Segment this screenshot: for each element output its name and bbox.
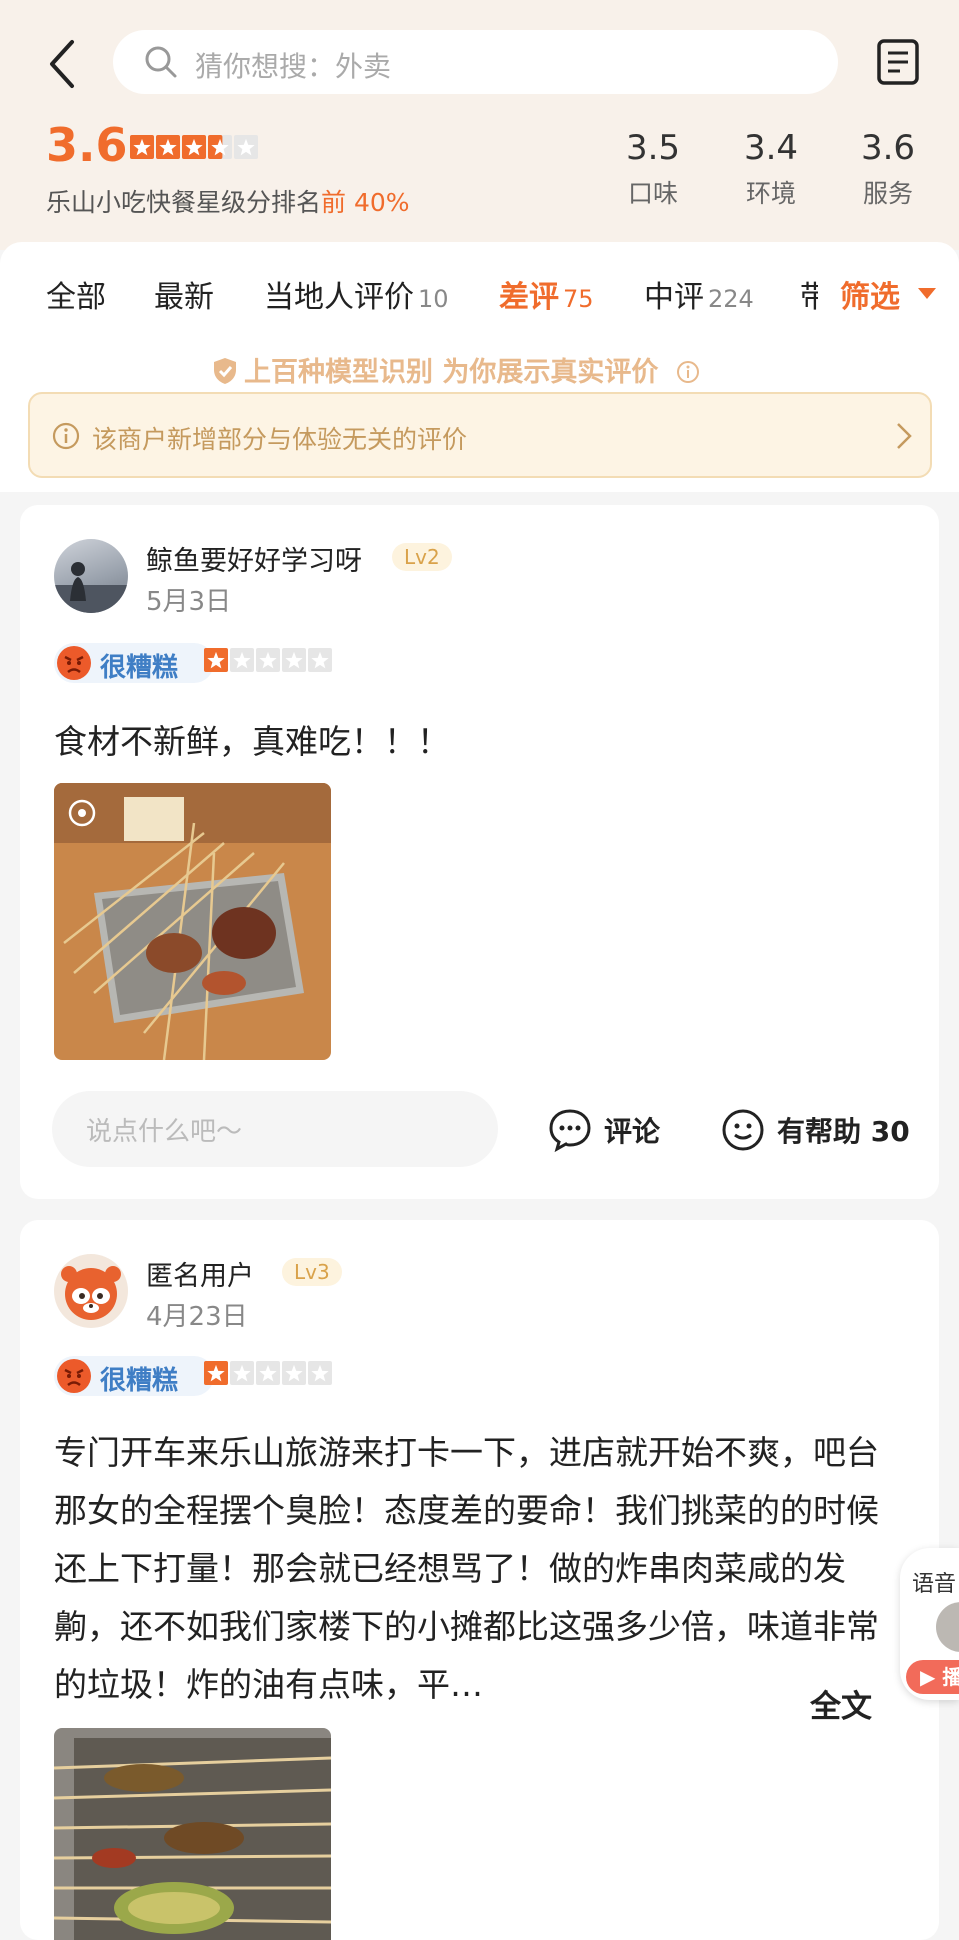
tab-partial[interactable]: 带: [800, 272, 818, 312]
helpful-label: 有帮助 30: [777, 1110, 910, 1150]
notice-banner[interactable]: 该商户新增部分与体验无关的评价: [28, 392, 932, 478]
play-button[interactable]: ▶ 播: [906, 1660, 959, 1694]
sub-score-service: 3.6 服务: [838, 128, 938, 210]
red-panda-avatar-icon: [61, 1266, 121, 1320]
rating-badge: 很糟糕: [54, 643, 214, 683]
tab-label: 全部: [46, 280, 106, 315]
review-card: 匿名用户 Lv3 4月23日 很糟糕 专门开车来乐山旅游来打卡一下，进店就开始不…: [20, 1220, 939, 1940]
tab-label: 差评: [499, 280, 559, 315]
review-text: 食材不新鲜，真难吃！！！: [54, 722, 450, 761]
tab-label: 中评: [644, 280, 704, 315]
tab-negative[interactable]: 差评 75: [499, 272, 594, 316]
sub-score-label: 环境: [745, 179, 796, 208]
sub-score-label: 口味: [627, 179, 678, 208]
sub-score-value: 3.5: [625, 128, 681, 168]
food-photo-image: [54, 1728, 331, 1940]
sub-score-environment: 3.4 环境: [721, 128, 821, 210]
avatar-person-icon: [54, 562, 128, 613]
full-text-label: 全文: [810, 1689, 872, 1725]
rating-label: 很糟糕: [100, 653, 179, 683]
category-rank: 乐山小吃快餐星级分排名前 40%: [46, 183, 410, 219]
search-bar[interactable]: 猜你想搜：外卖: [113, 30, 838, 94]
tab-label: 当地人评价: [264, 280, 414, 315]
avatar[interactable]: [54, 539, 128, 613]
sub-score-value: 3.4: [743, 128, 799, 168]
comment-label: 评论: [604, 1115, 661, 1148]
username[interactable]: 鲸鱼要好好学习呀: [146, 539, 362, 578]
full-text-link[interactable]: 全文: [810, 1681, 872, 1726]
search-placeholder: 猜你想搜：外卖: [195, 50, 392, 83]
sub-score-taste: 3.5 口味: [603, 128, 703, 210]
back-arrow-icon[interactable]: [44, 36, 80, 92]
tab-count: 75: [563, 285, 594, 313]
tab-locals[interactable]: 当地人评价 10: [264, 272, 449, 316]
rank-text: 乐山小吃快餐星级分排名: [46, 188, 322, 217]
overall-score: 3.6: [46, 118, 128, 172]
voice-widget-label: 语音: [912, 1572, 957, 1597]
verification-banner: 上百种模型识别 为你展示真实评价: [212, 350, 700, 390]
tab-count: 224: [708, 285, 754, 313]
review-star-rating: [204, 648, 332, 672]
review-photo[interactable]: [54, 783, 331, 1060]
info-icon[interactable]: [676, 360, 700, 384]
verification-text: 上百种模型识别 为你展示真实评价: [244, 357, 659, 388]
rating-label: 很糟糕: [100, 1366, 179, 1396]
rating-badge: 很糟糕: [54, 1356, 214, 1396]
helpful-face-icon: [722, 1109, 764, 1151]
document-icon[interactable]: [876, 38, 920, 86]
info-icon: [52, 422, 80, 450]
rank-highlight: 前 40%: [321, 188, 410, 217]
angry-face-icon: [57, 1359, 91, 1393]
shield-check-icon: [214, 358, 236, 384]
voice-widget[interactable]: 语音 ▶ 播: [900, 1548, 959, 1700]
filter-label: 筛选: [840, 280, 900, 315]
comment-input[interactable]: 说点什么吧～: [52, 1091, 498, 1167]
tab-all[interactable]: 全部: [46, 272, 106, 316]
review-text: 专门开车来乐山旅游来打卡一下，进店就开始不爽，吧台那女的全程摆个臭脸！态度差的要…: [54, 1433, 879, 1704]
sub-score-label: 服务: [862, 179, 913, 208]
overall-star-rating: [130, 135, 258, 159]
helpful-count: 30: [870, 1115, 910, 1148]
notice-text: 该商户新增部分与体验无关的评价: [92, 425, 468, 454]
level-badge: Lv3: [282, 1258, 342, 1286]
level-badge: Lv2: [392, 543, 452, 571]
food-photo-image: [54, 783, 331, 1060]
tab-latest[interactable]: 最新: [154, 272, 214, 316]
helpful-text: 有帮助: [777, 1115, 862, 1148]
review-photo[interactable]: [54, 1728, 331, 1940]
username[interactable]: 匿名用户: [146, 1254, 254, 1293]
filter-button[interactable]: 筛选: [818, 262, 959, 322]
tab-count: 10: [418, 285, 449, 313]
review-star-rating: [204, 1361, 332, 1385]
comment-placeholder: 说点什么吧～: [86, 1117, 243, 1147]
tab-partial-label: 带: [800, 280, 818, 312]
chevron-right-icon: [897, 423, 912, 449]
review-date: 5月3日: [146, 587, 232, 617]
avatar: [936, 1602, 959, 1652]
review-date: 4月23日: [146, 1302, 248, 1332]
angry-face-icon: [57, 646, 91, 680]
review-card: 鲸鱼要好好学习呀 Lv2 5月3日 很糟糕 食材不新鲜，真难吃！！！ 说点什么吧…: [20, 505, 939, 1199]
tab-neutral[interactable]: 中评 224: [644, 272, 754, 316]
search-icon: [145, 46, 177, 78]
avatar[interactable]: [54, 1254, 128, 1328]
tab-label: 最新: [154, 280, 214, 315]
sub-score-value: 3.6: [860, 128, 916, 168]
dropdown-arrow-icon: [918, 288, 936, 299]
comment-bubble-icon: [549, 1109, 591, 1153]
